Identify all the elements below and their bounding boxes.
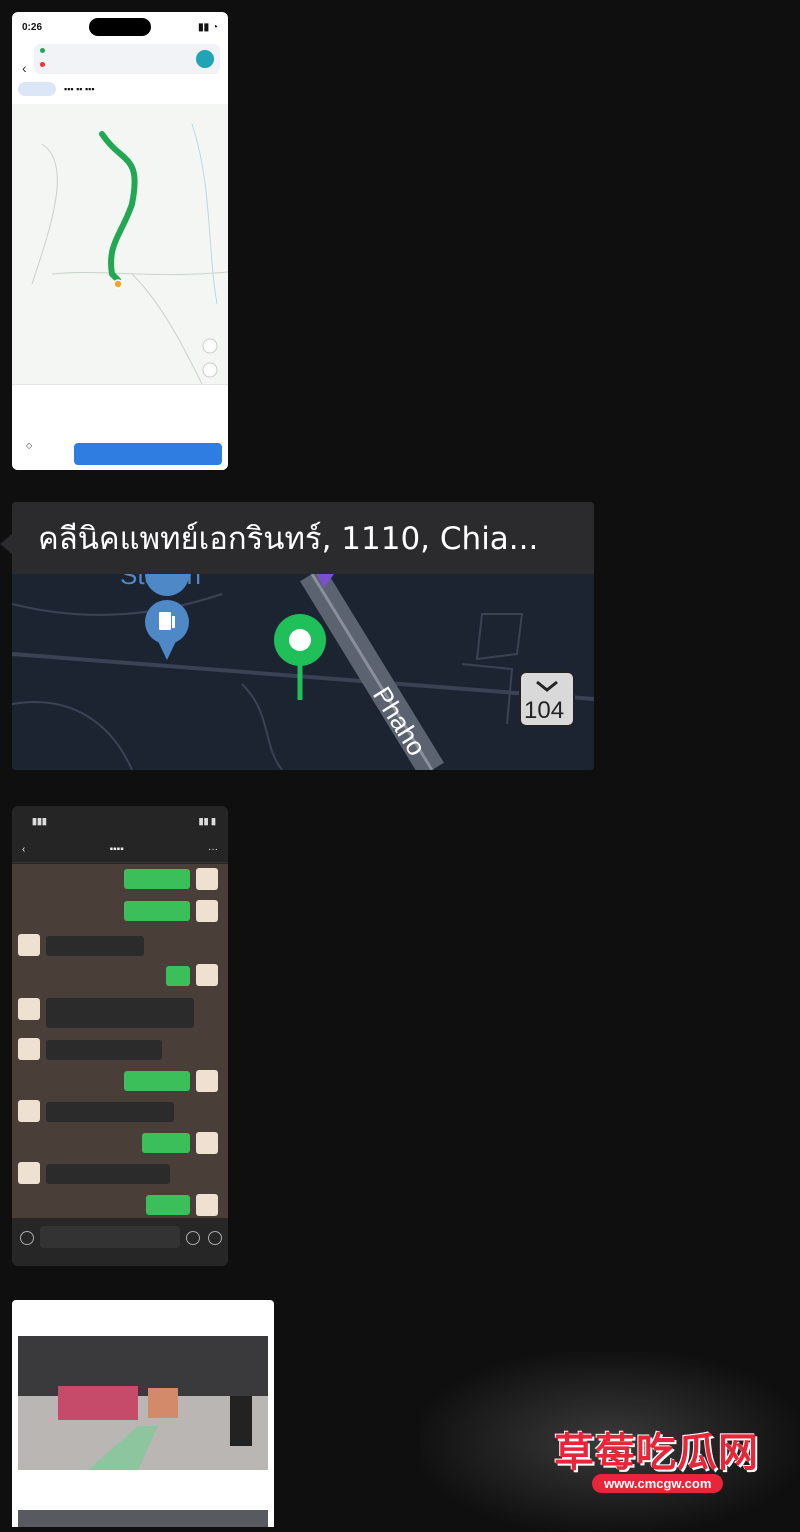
travel-mode-bar: ▪▪▪ ▪▪ ▪▪▪ bbox=[18, 78, 222, 100]
message-input[interactable] bbox=[40, 1226, 180, 1248]
article-caption bbox=[12, 1300, 274, 1332]
chat-input-bar bbox=[12, 1218, 228, 1266]
message-bubble bbox=[46, 998, 194, 1028]
article-photo bbox=[18, 1336, 268, 1470]
location-map: Station Phaho 104 bbox=[12, 574, 594, 770]
map-route-screenshot[interactable]: 0:26 ▮▮ ◔ ‹ ▪▪▪ ▪▪ ▪▪▪ ◇ bbox=[12, 12, 228, 470]
location-card[interactable]: คลีนิคแพทย์เอกรินทร์, 1110, Chia... Stat… bbox=[12, 502, 594, 770]
route-to bbox=[34, 58, 220, 72]
message-bubble bbox=[46, 936, 144, 956]
chat-status-time: ▮▮▮ bbox=[32, 815, 47, 826]
dynamic-island bbox=[89, 18, 152, 36]
route-map bbox=[12, 104, 228, 385]
location-title: คลีนิคแพทย์เอกรินทร์, 1110, Chia... bbox=[38, 521, 539, 557]
more-icon: ··· bbox=[208, 843, 218, 855]
avatar bbox=[18, 998, 40, 1020]
highway-number: 104 bbox=[524, 697, 564, 724]
chat-status-icons: ▮▮ ▮ bbox=[198, 815, 216, 826]
emoji-icon[interactable] bbox=[186, 1231, 200, 1245]
message-bubble bbox=[124, 1071, 190, 1091]
avatar bbox=[18, 1100, 40, 1122]
destination-marker bbox=[113, 279, 123, 289]
swap-icon bbox=[196, 50, 214, 68]
avatar bbox=[18, 1162, 40, 1184]
message-bubble bbox=[46, 1040, 162, 1060]
message-bubble bbox=[46, 1102, 174, 1122]
chat-screenshot[interactable]: ▮▮▮ ▮▮ ▮ ‹ ▪▪▪▪ ··· bbox=[12, 806, 228, 1266]
article-photo-2 bbox=[18, 1510, 268, 1527]
bubble-tail bbox=[0, 532, 14, 556]
message-bubble bbox=[146, 1195, 190, 1215]
phone-status-bar: 0:26 ▮▮ ◔ bbox=[12, 12, 228, 42]
status-icons: ▮▮ ◔ bbox=[198, 21, 218, 33]
article-caption-2 bbox=[12, 1474, 274, 1506]
voice-icon[interactable] bbox=[20, 1231, 34, 1245]
drive-mode-icon bbox=[18, 82, 56, 96]
options-icon[interactable]: ◇ bbox=[26, 441, 32, 450]
message-bubble bbox=[124, 869, 190, 889]
avatar bbox=[18, 934, 40, 956]
message-bubble bbox=[46, 1164, 170, 1184]
message-bubble bbox=[124, 901, 190, 921]
back-arrow-icon: ‹ bbox=[22, 843, 26, 855]
chat-messages bbox=[12, 864, 228, 1218]
avatar bbox=[196, 1070, 218, 1092]
avatar bbox=[196, 868, 218, 890]
route-summary-panel: ◇ bbox=[12, 384, 228, 470]
avatar bbox=[196, 1194, 218, 1216]
avatar bbox=[196, 1132, 218, 1154]
location-header: คลีนิคแพทย์เอกรินทร์, 1110, Chia... bbox=[12, 502, 594, 574]
watermark-url: www.cmcgw.com bbox=[592, 1474, 724, 1493]
chat-nav-bar: ‹ ▪▪▪▪ ··· bbox=[12, 836, 228, 863]
site-watermark: 草莓吃瓜网 www.cmcgw.com bbox=[420, 1352, 800, 1532]
message-bubble bbox=[142, 1133, 190, 1153]
watermark-brand: 草莓吃瓜网 bbox=[554, 1430, 759, 1476]
chat-title: ▪▪▪▪ bbox=[109, 843, 124, 855]
article-screenshot[interactable] bbox=[12, 1300, 274, 1527]
route-map-graphic bbox=[31, 123, 228, 385]
route-endpoints-card bbox=[34, 44, 220, 74]
route-from bbox=[34, 44, 220, 58]
message-bubble bbox=[166, 966, 190, 986]
mode-times: ▪▪▪ ▪▪ ▪▪▪ bbox=[64, 84, 95, 94]
avatar bbox=[196, 900, 218, 922]
chat-status-bar: ▮▮▮ ▮▮ ▮ bbox=[12, 806, 228, 836]
mall-interior-photo bbox=[18, 1336, 268, 1470]
add-icon[interactable] bbox=[208, 1231, 222, 1245]
status-time: 0:26 bbox=[22, 21, 43, 33]
avatar bbox=[196, 964, 218, 986]
start-navigation-button[interactable] bbox=[74, 443, 222, 465]
back-arrow-icon: ‹ bbox=[22, 60, 27, 76]
avatar bbox=[18, 1038, 40, 1060]
